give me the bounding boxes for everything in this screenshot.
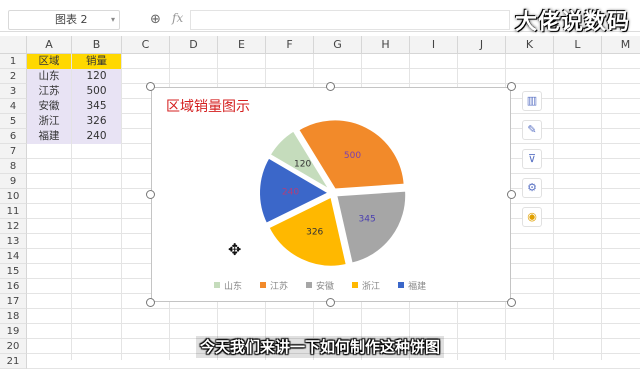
chart-legend[interactable]: 山东 江苏 安徽 浙江 福建 [214, 278, 504, 292]
style-brush-icon[interactable]: ✎ [522, 120, 542, 140]
chevron-down-icon[interactable]: ▾ [111, 11, 115, 29]
legend-item[interactable]: 福建 [398, 278, 426, 292]
column-header-h[interactable]: H [362, 36, 410, 54]
table-cell[interactable]: 安徽 [27, 99, 71, 114]
table-cell[interactable]: 326 [72, 114, 121, 129]
table-cell[interactable]: 山东 [27, 69, 71, 84]
resize-handle-ml[interactable] [146, 190, 155, 199]
row-header-2[interactable]: 2 [0, 69, 27, 84]
legend-label: 浙江 [362, 281, 381, 292]
table-cell[interactable]: 江苏 [27, 84, 71, 99]
legend-item[interactable]: 江苏 [260, 278, 288, 292]
row-header-7[interactable]: 7 [0, 144, 27, 159]
column-header-m[interactable]: M [602, 36, 640, 54]
pie-svg: 120 500 345 326 240 [258, 118, 408, 268]
chart-elements-icon[interactable]: ▥ [522, 91, 542, 111]
legend-item[interactable]: 浙江 [352, 278, 380, 292]
table-cell[interactable]: 240 [72, 129, 121, 144]
column-header-e[interactable]: E [218, 36, 266, 54]
row-header-16[interactable]: 16 [0, 279, 27, 294]
data-label-1[interactable]: 500 [344, 151, 361, 161]
column-header-j[interactable]: J [458, 36, 506, 54]
filter-icon[interactable]: ⊽ [522, 149, 542, 169]
legend-label: 江苏 [270, 281, 289, 292]
resize-handle-tc[interactable] [326, 82, 335, 91]
fx-icon[interactable]: fx [172, 11, 183, 25]
resize-handle-bl[interactable] [146, 298, 155, 307]
watermark: 大佬说数码 [515, 10, 631, 35]
row-header-1[interactable]: 1 [0, 54, 27, 69]
row-header-4[interactable]: 4 [0, 99, 27, 114]
formula-input[interactable] [190, 10, 510, 30]
column-header-b[interactable]: B [72, 36, 122, 54]
column-header-g[interactable]: G [314, 36, 362, 54]
video-subtitle: 今天我们来讲一下如何制作这种饼图 [0, 336, 640, 358]
table-cell[interactable]: 福建 [27, 129, 71, 144]
legend-swatch [214, 282, 220, 288]
zoom-icon[interactable]: ⊕ [150, 12, 161, 27]
legend-swatch [352, 282, 359, 288]
data-label-3[interactable]: 326 [306, 227, 323, 237]
row-header-14[interactable]: 14 [0, 249, 27, 264]
subtitle-text: 今天我们来讲一下如何制作这种饼图 [195, 336, 444, 358]
column-header-f[interactable]: F [266, 36, 314, 54]
row-header-3[interactable]: 3 [0, 84, 27, 99]
row-header-10[interactable]: 10 [0, 189, 27, 204]
pie-chart[interactable]: 区域销量图示 120 500 345 326 240 山东 江苏 安徽 浙江 福建 [151, 87, 511, 302]
table-cell[interactable]: 浙江 [27, 114, 71, 129]
grid-vline [121, 54, 122, 360]
legend-item[interactable]: 安徽 [306, 278, 334, 292]
row-header-9[interactable]: 9 [0, 174, 27, 189]
legend-label: 山东 [224, 281, 243, 292]
data-label-4[interactable]: 240 [282, 187, 299, 197]
row-header-15[interactable]: 15 [0, 264, 27, 279]
settings-gear-icon[interactable]: ⚙ [522, 178, 542, 198]
row-header-6[interactable]: 6 [0, 129, 27, 144]
legend-item[interactable]: 山东 [214, 278, 242, 292]
move-cursor-icon: ✥ [228, 240, 242, 259]
data-label-2[interactable]: 345 [359, 214, 376, 224]
column-header-k[interactable]: K [506, 36, 554, 54]
column-header-c[interactable]: C [122, 36, 170, 54]
name-box-value: 图表 2 [55, 13, 88, 26]
row-header-18[interactable]: 18 [0, 309, 27, 324]
legend-swatch [306, 282, 313, 288]
lightbulb-icon[interactable]: ◉ [522, 207, 542, 227]
table-cell[interactable]: 500 [72, 84, 121, 99]
data-label-0[interactable]: 120 [294, 159, 311, 169]
row-header-17[interactable]: 17 [0, 294, 27, 309]
resize-handle-tr[interactable] [507, 82, 516, 91]
row-header-13[interactable]: 13 [0, 234, 27, 249]
legend-label: 福建 [408, 281, 427, 292]
grid-hline [27, 323, 640, 324]
select-all-corner[interactable] [0, 36, 27, 54]
column-header-l[interactable]: L [554, 36, 602, 54]
legend-swatch [260, 282, 267, 288]
name-box[interactable]: 图表 2 ▾ [8, 10, 120, 30]
resize-handle-mr[interactable] [507, 190, 516, 199]
column-header-a[interactable]: A [27, 36, 72, 54]
resize-handle-br[interactable] [507, 298, 516, 307]
pie-slice-2[interactable] [334, 189, 408, 265]
grid-vline [553, 54, 554, 360]
grid-hline [27, 308, 640, 309]
grid-vline [601, 54, 602, 360]
legend-label: 安徽 [316, 281, 335, 292]
column-header-d[interactable]: D [170, 36, 218, 54]
legend-swatch [398, 282, 405, 288]
row-header-12[interactable]: 12 [0, 219, 27, 234]
row-header-11[interactable]: 11 [0, 204, 27, 219]
resize-handle-bc[interactable] [326, 298, 335, 307]
table-cell[interactable]: 120 [72, 69, 121, 84]
column-header-i[interactable]: I [410, 36, 458, 54]
table-cell[interactable]: 345 [72, 99, 121, 114]
row-header-5[interactable]: 5 [0, 114, 27, 129]
row-header-8[interactable]: 8 [0, 159, 27, 174]
table-header-cell[interactable]: 销量 [72, 54, 121, 69]
resize-handle-tl[interactable] [146, 82, 155, 91]
table-header-cell[interactable]: 区域 [27, 54, 71, 69]
